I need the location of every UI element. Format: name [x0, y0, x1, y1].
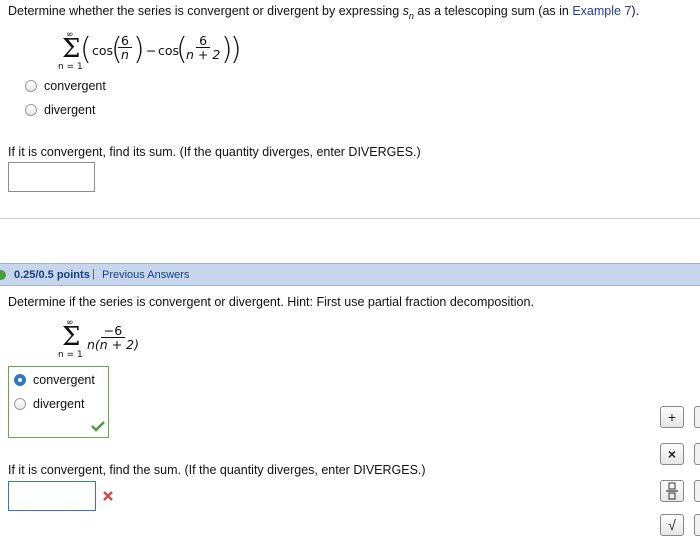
q2-answer-box-correct: convergent divergent: [8, 366, 109, 438]
q1-sum-prompt: If it is convergent, find its sum. (If t…: [8, 145, 421, 159]
fraction-denominator: n + 2: [186, 47, 221, 62]
prompt-end: ).: [631, 4, 640, 18]
times-button[interactable]: ×: [660, 443, 684, 465]
x-mark-icon: [103, 491, 113, 501]
q1-radio-convergent[interactable]: [25, 80, 37, 92]
sigma-symbol: Σ: [62, 34, 81, 64]
toolbar-edge: [694, 480, 700, 502]
minus-sign: −: [146, 43, 157, 58]
bar-separator: |: [92, 268, 95, 280]
q2-sum-input[interactable]: [8, 481, 96, 511]
example-link[interactable]: Example 7: [572, 4, 631, 18]
fraction-neg6-over-n-n-plus-2: −6 n(n + 2): [84, 324, 142, 352]
toolbar-edge: [694, 406, 700, 428]
q2-points-bar: 0.25/0.5 points | Previous Answers: [0, 263, 700, 286]
q1-option-divergent: divergent: [44, 103, 96, 117]
question1-prompt: Determine whether the series is converge…: [8, 4, 639, 22]
sigma-symbol: Σ: [62, 322, 81, 352]
q2-radio-divergent[interactable]: [14, 398, 26, 410]
q2-option-divergent: divergent: [33, 397, 85, 411]
q2-sum-prompt: If it is convergent, find the sum. (If t…: [8, 463, 426, 477]
open-paren: (: [80, 32, 92, 67]
prompt-text-2: as a telescoping sum (as in: [413, 4, 573, 18]
previous-answers-link[interactable]: Previous Answers: [102, 269, 189, 281]
expand-plus-icon[interactable]: [0, 270, 6, 280]
fraction-numerator: −6: [100, 324, 126, 338]
q2-prompt: Determine if the series is convergent or…: [8, 295, 534, 309]
q1-radio-divergent[interactable]: [25, 104, 37, 116]
fraction-6-over-n: 6 n: [118, 34, 132, 62]
fraction-icon: [666, 482, 678, 500]
q2-option-convergent: convergent: [33, 373, 95, 387]
close-paren-inner-1: ): [133, 32, 145, 67]
q1-sum-input[interactable]: [8, 162, 95, 192]
fraction-numerator: 6: [196, 34, 211, 48]
close-paren: ): [230, 32, 242, 67]
fraction-denominator: n(n + 2): [87, 337, 139, 352]
series1-formula: ∞ Σ n = 1 ( cos ( 6 n ) − cos ( 6 n + 2 …: [58, 30, 248, 72]
sqrt-button[interactable]: √: [660, 514, 684, 536]
fraction-button[interactable]: [660, 480, 684, 502]
fraction-6-over-n-plus-2: 6 n + 2: [183, 34, 223, 62]
checkmark-icon: [91, 421, 105, 432]
q2-radio-convergent[interactable]: [14, 374, 26, 386]
toolbar-edge: [694, 443, 700, 465]
sum-lower-limit: n = 1: [58, 62, 83, 72]
plus-button[interactable]: +: [660, 406, 684, 428]
toolbar-edge: [694, 514, 700, 536]
cos-term-1: cos: [92, 43, 114, 58]
sum-lower-limit: n = 1: [58, 350, 83, 360]
prompt-text: Determine whether the series is converge…: [8, 4, 403, 18]
q2-points: 0.25/0.5 points: [14, 269, 90, 281]
section-divider: [0, 218, 700, 219]
series2-formula: ∞ Σ n = 1 −6 n(n + 2): [58, 318, 158, 360]
fraction-numerator: 6: [118, 34, 132, 48]
fraction-denominator: n: [121, 47, 129, 62]
q1-option-convergent: convergent: [44, 79, 106, 93]
